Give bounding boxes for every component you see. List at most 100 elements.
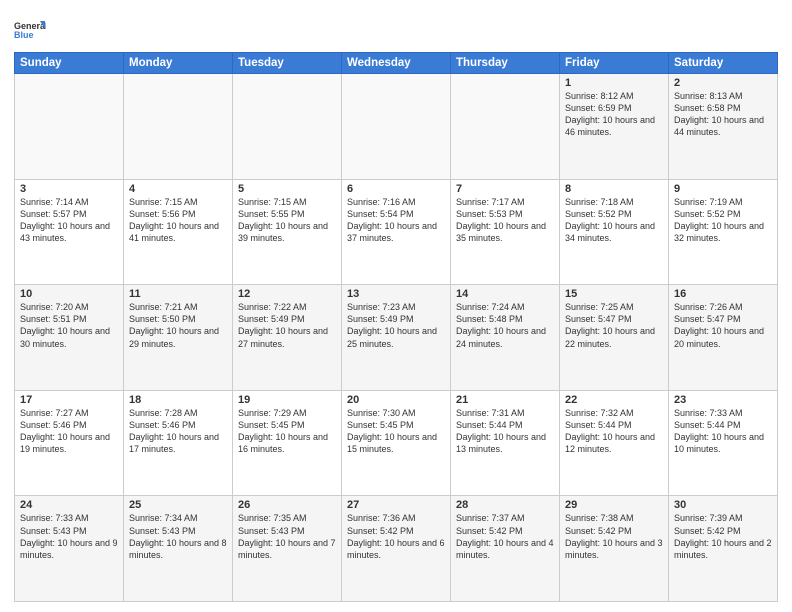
day-info: Sunrise: 7:23 AM Sunset: 5:49 PM Dayligh… xyxy=(347,301,445,350)
day-info: Sunrise: 7:21 AM Sunset: 5:50 PM Dayligh… xyxy=(129,301,227,350)
day-info: Sunrise: 7:36 AM Sunset: 5:42 PM Dayligh… xyxy=(347,512,445,561)
calendar-header-row: SundayMondayTuesdayWednesdayThursdayFrid… xyxy=(15,53,778,74)
day-info: Sunrise: 7:20 AM Sunset: 5:51 PM Dayligh… xyxy=(20,301,118,350)
day-number: 8 xyxy=(565,183,663,195)
calendar-cell: 14Sunrise: 7:24 AM Sunset: 5:48 PM Dayli… xyxy=(451,285,560,391)
day-info: Sunrise: 7:19 AM Sunset: 5:52 PM Dayligh… xyxy=(674,196,772,245)
calendar-day-header: Saturday xyxy=(669,53,778,74)
day-info: Sunrise: 7:38 AM Sunset: 5:42 PM Dayligh… xyxy=(565,512,663,561)
calendar-cell: 18Sunrise: 7:28 AM Sunset: 5:46 PM Dayli… xyxy=(124,390,233,496)
day-number: 16 xyxy=(674,288,772,300)
day-info: Sunrise: 7:39 AM Sunset: 5:42 PM Dayligh… xyxy=(674,512,772,561)
calendar-table: SundayMondayTuesdayWednesdayThursdayFrid… xyxy=(14,52,778,602)
calendar-cell: 21Sunrise: 7:31 AM Sunset: 5:44 PM Dayli… xyxy=(451,390,560,496)
day-info: Sunrise: 7:15 AM Sunset: 5:55 PM Dayligh… xyxy=(238,196,336,245)
calendar-cell: 22Sunrise: 7:32 AM Sunset: 5:44 PM Dayli… xyxy=(560,390,669,496)
day-info: Sunrise: 8:13 AM Sunset: 6:58 PM Dayligh… xyxy=(674,90,772,139)
calendar-cell: 11Sunrise: 7:21 AM Sunset: 5:50 PM Dayli… xyxy=(124,285,233,391)
day-info: Sunrise: 7:28 AM Sunset: 5:46 PM Dayligh… xyxy=(129,407,227,456)
day-info: Sunrise: 7:31 AM Sunset: 5:44 PM Dayligh… xyxy=(456,407,554,456)
day-info: Sunrise: 7:30 AM Sunset: 5:45 PM Dayligh… xyxy=(347,407,445,456)
calendar-cell: 19Sunrise: 7:29 AM Sunset: 5:45 PM Dayli… xyxy=(233,390,342,496)
calendar-cell: 30Sunrise: 7:39 AM Sunset: 5:42 PM Dayli… xyxy=(669,496,778,602)
calendar-cell xyxy=(342,74,451,180)
calendar-cell: 9Sunrise: 7:19 AM Sunset: 5:52 PM Daylig… xyxy=(669,179,778,285)
calendar-cell: 7Sunrise: 7:17 AM Sunset: 5:53 PM Daylig… xyxy=(451,179,560,285)
calendar-cell: 28Sunrise: 7:37 AM Sunset: 5:42 PM Dayli… xyxy=(451,496,560,602)
day-info: Sunrise: 7:33 AM Sunset: 5:43 PM Dayligh… xyxy=(20,512,118,561)
day-number: 27 xyxy=(347,499,445,511)
day-info: Sunrise: 7:35 AM Sunset: 5:43 PM Dayligh… xyxy=(238,512,336,561)
day-number: 26 xyxy=(238,499,336,511)
calendar-cell: 23Sunrise: 7:33 AM Sunset: 5:44 PM Dayli… xyxy=(669,390,778,496)
calendar-cell: 10Sunrise: 7:20 AM Sunset: 5:51 PM Dayli… xyxy=(15,285,124,391)
calendar-cell xyxy=(451,74,560,180)
day-number: 5 xyxy=(238,183,336,195)
day-number: 11 xyxy=(129,288,227,300)
day-number: 9 xyxy=(674,183,772,195)
calendar-cell: 27Sunrise: 7:36 AM Sunset: 5:42 PM Dayli… xyxy=(342,496,451,602)
calendar-cell: 13Sunrise: 7:23 AM Sunset: 5:49 PM Dayli… xyxy=(342,285,451,391)
day-info: Sunrise: 8:12 AM Sunset: 6:59 PM Dayligh… xyxy=(565,90,663,139)
calendar-week-row: 3Sunrise: 7:14 AM Sunset: 5:57 PM Daylig… xyxy=(15,179,778,285)
day-number: 22 xyxy=(565,394,663,406)
calendar-week-row: 24Sunrise: 7:33 AM Sunset: 5:43 PM Dayli… xyxy=(15,496,778,602)
day-number: 3 xyxy=(20,183,118,195)
calendar-week-row: 17Sunrise: 7:27 AM Sunset: 5:46 PM Dayli… xyxy=(15,390,778,496)
calendar-cell: 20Sunrise: 7:30 AM Sunset: 5:45 PM Dayli… xyxy=(342,390,451,496)
calendar-cell: 4Sunrise: 7:15 AM Sunset: 5:56 PM Daylig… xyxy=(124,179,233,285)
day-info: Sunrise: 7:33 AM Sunset: 5:44 PM Dayligh… xyxy=(674,407,772,456)
day-number: 25 xyxy=(129,499,227,511)
day-info: Sunrise: 7:22 AM Sunset: 5:49 PM Dayligh… xyxy=(238,301,336,350)
calendar-day-header: Thursday xyxy=(451,53,560,74)
day-info: Sunrise: 7:32 AM Sunset: 5:44 PM Dayligh… xyxy=(565,407,663,456)
day-number: 29 xyxy=(565,499,663,511)
calendar-cell: 29Sunrise: 7:38 AM Sunset: 5:42 PM Dayli… xyxy=(560,496,669,602)
header: General Blue xyxy=(14,10,778,46)
svg-text:Blue: Blue xyxy=(14,30,34,40)
day-info: Sunrise: 7:24 AM Sunset: 5:48 PM Dayligh… xyxy=(456,301,554,350)
day-info: Sunrise: 7:37 AM Sunset: 5:42 PM Dayligh… xyxy=(456,512,554,561)
day-number: 14 xyxy=(456,288,554,300)
calendar-cell xyxy=(233,74,342,180)
day-number: 20 xyxy=(347,394,445,406)
logo-svg: General Blue xyxy=(14,14,46,46)
calendar-day-header: Monday xyxy=(124,53,233,74)
day-number: 28 xyxy=(456,499,554,511)
day-number: 23 xyxy=(674,394,772,406)
calendar-cell: 8Sunrise: 7:18 AM Sunset: 5:52 PM Daylig… xyxy=(560,179,669,285)
day-info: Sunrise: 7:18 AM Sunset: 5:52 PM Dayligh… xyxy=(565,196,663,245)
day-number: 6 xyxy=(347,183,445,195)
calendar-day-header: Tuesday xyxy=(233,53,342,74)
day-number: 24 xyxy=(20,499,118,511)
day-number: 17 xyxy=(20,394,118,406)
day-number: 15 xyxy=(565,288,663,300)
day-info: Sunrise: 7:17 AM Sunset: 5:53 PM Dayligh… xyxy=(456,196,554,245)
calendar-cell: 5Sunrise: 7:15 AM Sunset: 5:55 PM Daylig… xyxy=(233,179,342,285)
calendar-cell: 16Sunrise: 7:26 AM Sunset: 5:47 PM Dayli… xyxy=(669,285,778,391)
logo: General Blue xyxy=(14,14,46,46)
day-number: 10 xyxy=(20,288,118,300)
day-number: 2 xyxy=(674,77,772,89)
calendar-week-row: 10Sunrise: 7:20 AM Sunset: 5:51 PM Dayli… xyxy=(15,285,778,391)
page: General Blue SundayMondayTuesdayWednesda… xyxy=(0,0,792,612)
calendar-cell: 24Sunrise: 7:33 AM Sunset: 5:43 PM Dayli… xyxy=(15,496,124,602)
calendar-cell xyxy=(124,74,233,180)
day-info: Sunrise: 7:34 AM Sunset: 5:43 PM Dayligh… xyxy=(129,512,227,561)
calendar-cell: 25Sunrise: 7:34 AM Sunset: 5:43 PM Dayli… xyxy=(124,496,233,602)
day-number: 12 xyxy=(238,288,336,300)
calendar-cell: 15Sunrise: 7:25 AM Sunset: 5:47 PM Dayli… xyxy=(560,285,669,391)
day-info: Sunrise: 7:16 AM Sunset: 5:54 PM Dayligh… xyxy=(347,196,445,245)
calendar-cell xyxy=(15,74,124,180)
day-info: Sunrise: 7:29 AM Sunset: 5:45 PM Dayligh… xyxy=(238,407,336,456)
day-number: 30 xyxy=(674,499,772,511)
calendar-cell: 26Sunrise: 7:35 AM Sunset: 5:43 PM Dayli… xyxy=(233,496,342,602)
calendar-day-header: Friday xyxy=(560,53,669,74)
day-number: 7 xyxy=(456,183,554,195)
calendar-cell: 12Sunrise: 7:22 AM Sunset: 5:49 PM Dayli… xyxy=(233,285,342,391)
calendar-cell: 17Sunrise: 7:27 AM Sunset: 5:46 PM Dayli… xyxy=(15,390,124,496)
day-info: Sunrise: 7:14 AM Sunset: 5:57 PM Dayligh… xyxy=(20,196,118,245)
day-number: 19 xyxy=(238,394,336,406)
day-number: 1 xyxy=(565,77,663,89)
calendar-cell: 6Sunrise: 7:16 AM Sunset: 5:54 PM Daylig… xyxy=(342,179,451,285)
